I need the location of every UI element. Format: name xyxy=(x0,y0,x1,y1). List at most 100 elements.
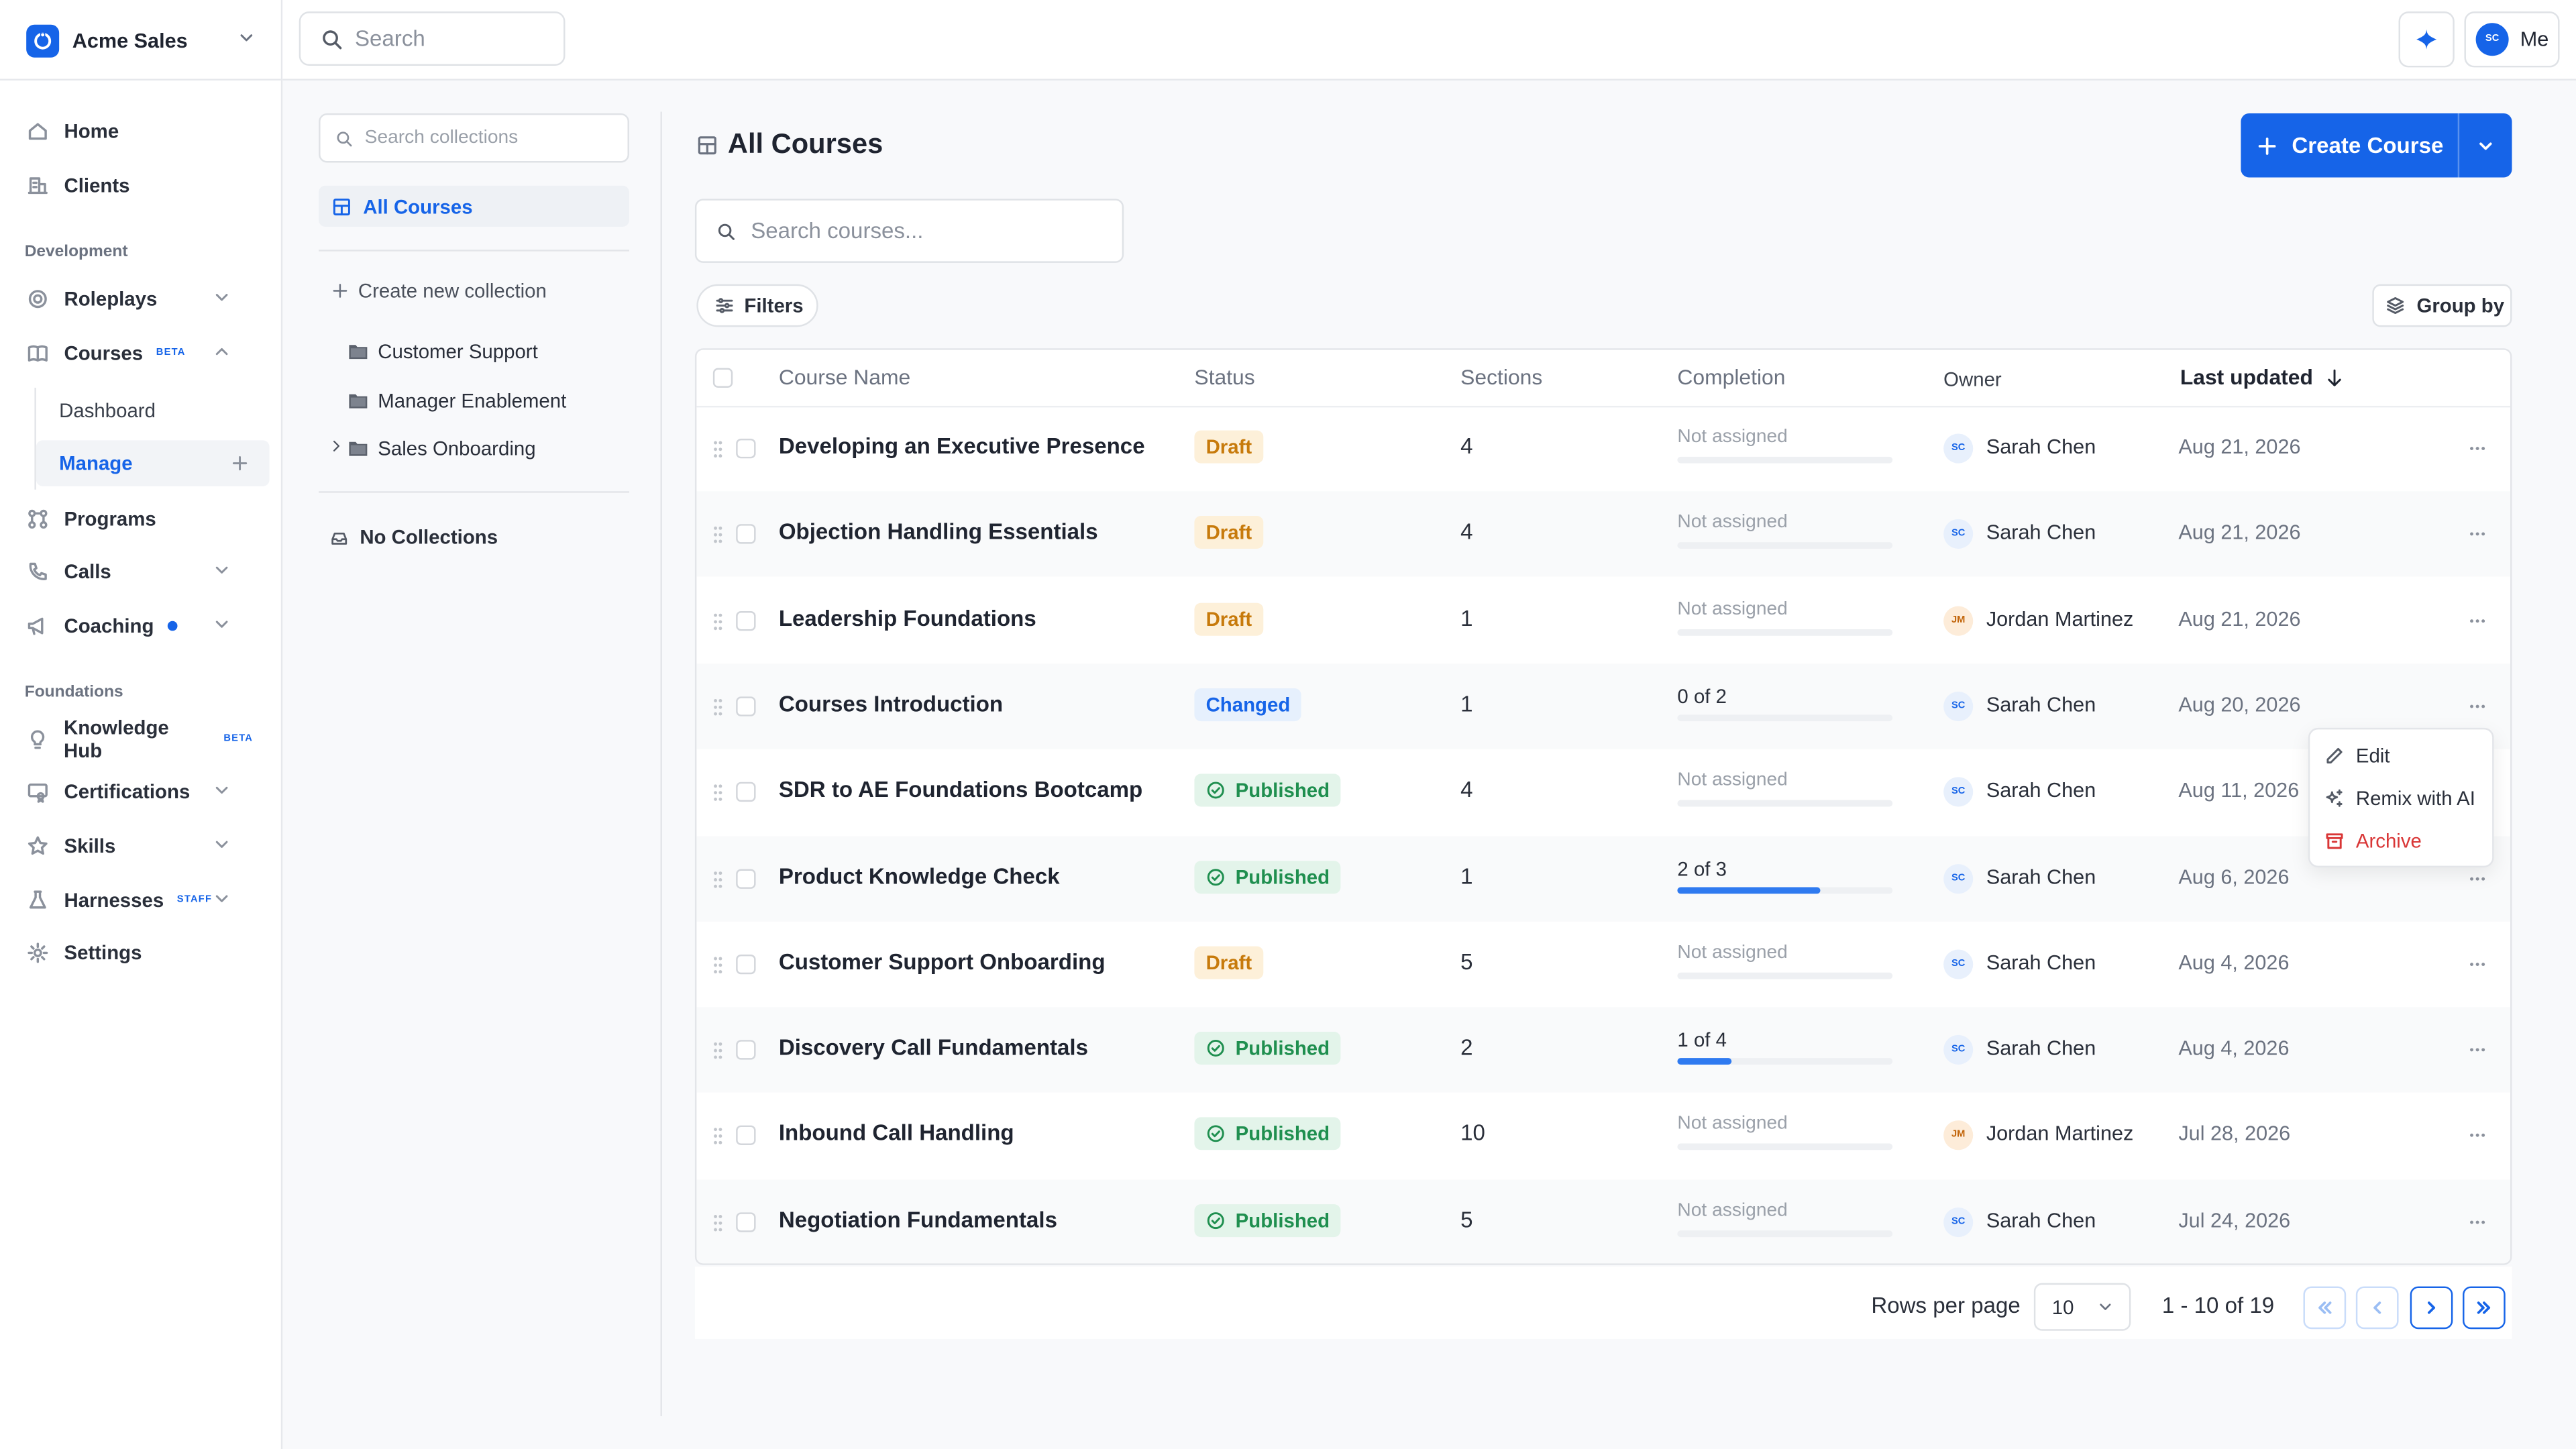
row-checkbox[interactable] xyxy=(736,954,756,974)
table-row[interactable]: Developing an Executive Presence Draft 4 No… xyxy=(696,406,2510,491)
collection-item[interactable]: Customer Support xyxy=(348,337,538,366)
org-switcher[interactable]: Acme Sales xyxy=(26,23,256,59)
table-row[interactable]: Leadership Foundations Draft 1 Not assigned… xyxy=(696,578,2510,663)
last-page-button[interactable] xyxy=(2463,1286,2506,1330)
more-horizontal-icon[interactable] xyxy=(2467,610,2487,630)
course-name[interactable]: Negotiation Fundamentals xyxy=(779,1207,1057,1232)
no-collections-item[interactable]: No Collections xyxy=(330,523,498,552)
drag-handle-icon[interactable] xyxy=(713,526,723,544)
drag-handle-icon[interactable] xyxy=(713,1214,723,1232)
sidebar-item-settings[interactable]: Settings xyxy=(26,934,253,971)
more-horizontal-icon[interactable] xyxy=(2467,1212,2487,1232)
collection-item[interactable]: Sales Onboarding xyxy=(348,434,536,464)
next-page-button[interactable] xyxy=(2410,1286,2453,1330)
table-row[interactable]: Courses Introduction Changed 1 0 of 2 SC Sara… xyxy=(696,663,2511,749)
menu-item-edit[interactable]: Edit xyxy=(2324,741,2390,770)
course-name[interactable]: Leadership Foundations xyxy=(779,606,1036,631)
sidebar-item-clients[interactable]: Clients xyxy=(26,168,253,204)
previous-page-button[interactable] xyxy=(2355,1286,2399,1330)
global-search-input[interactable]: Search xyxy=(299,11,566,66)
row-checkbox[interactable] xyxy=(736,1126,756,1146)
sidebar-item-coaching[interactable]: Coaching xyxy=(26,608,253,644)
column-header-owner[interactable]: Owner xyxy=(1943,368,2002,391)
table-row[interactable]: Customer Support Onboarding Draft 5 Not ass… xyxy=(696,921,2510,1006)
status-label: Draft xyxy=(1205,435,1252,459)
sidebar-item-calls[interactable]: Calls xyxy=(26,553,253,590)
row-checkbox[interactable] xyxy=(736,524,756,545)
filters-button[interactable]: Filters xyxy=(696,284,818,327)
sidebar-item-skills[interactable]: Skills xyxy=(26,828,253,864)
more-horizontal-icon[interactable] xyxy=(2467,439,2487,458)
more-horizontal-icon[interactable] xyxy=(2467,1126,2487,1146)
more-horizontal-icon[interactable] xyxy=(2467,868,2487,888)
sidebar-item-label: Settings xyxy=(64,941,142,965)
arrow-down-icon xyxy=(2328,369,2341,386)
sidebar-subitem-dashboard[interactable]: Dashboard xyxy=(36,388,270,434)
row-checkbox[interactable] xyxy=(736,782,756,802)
course-name[interactable]: Customer Support Onboarding xyxy=(779,949,1106,974)
table-row[interactable]: Objection Handling Essentials Draft 4 Not a… xyxy=(696,491,2511,578)
sidebar-subitem-manage[interactable]: Manage xyxy=(36,440,270,486)
collection-all-courses[interactable]: All Courses xyxy=(319,185,629,227)
course-name[interactable]: Inbound Call Handling xyxy=(779,1121,1014,1146)
drag-handle-icon[interactable] xyxy=(713,870,723,888)
sidebar-item-home[interactable]: Home xyxy=(26,113,253,150)
collections-search-input[interactable]: Search collections xyxy=(319,113,629,163)
table-row[interactable]: Inbound Call Handling Published 10 Not assi… xyxy=(696,1093,2510,1179)
column-header-updated[interactable]: Last updated xyxy=(2180,365,2345,389)
table-row[interactable]: Product Knowledge Check Published 1 2 of 3 S… xyxy=(696,835,2511,921)
drag-handle-icon[interactable] xyxy=(713,612,723,630)
create-course-dropdown[interactable] xyxy=(2459,113,2512,178)
more-horizontal-icon[interactable] xyxy=(2467,525,2487,544)
more-horizontal-icon[interactable] xyxy=(2467,1040,2487,1059)
row-checkbox[interactable] xyxy=(736,868,756,888)
plus-icon[interactable] xyxy=(230,453,250,473)
row-checkbox[interactable] xyxy=(736,1040,756,1060)
user-menu-button[interactable]: SC Me xyxy=(2464,11,2560,68)
ai-assistant-button[interactable] xyxy=(2398,11,2455,68)
sidebar-item-programs[interactable]: Programs xyxy=(26,501,253,537)
drag-handle-icon[interactable] xyxy=(713,1128,723,1146)
row-checkbox[interactable] xyxy=(736,696,756,716)
create-course-button[interactable]: Create Course xyxy=(2241,113,2457,178)
course-name[interactable]: Developing an Executive Presence xyxy=(779,434,1145,459)
drag-handle-icon[interactable] xyxy=(713,784,723,802)
column-header-name[interactable]: Course Name xyxy=(779,365,910,390)
row-checkbox[interactable] xyxy=(736,438,756,459)
chevron-right-icon[interactable] xyxy=(329,439,343,453)
first-page-button[interactable] xyxy=(2303,1286,2347,1330)
create-collection-button[interactable]: Create new collection xyxy=(332,276,547,305)
row-checkbox[interactable] xyxy=(736,610,756,631)
menu-item-remix[interactable]: Remix with AI xyxy=(2324,784,2475,813)
row-checkbox[interactable] xyxy=(736,1212,756,1232)
collection-item[interactable]: Manager Enablement xyxy=(348,386,566,416)
rows-per-page-select[interactable]: 10 xyxy=(2033,1283,2131,1331)
column-header-completion[interactable]: Completion xyxy=(1677,365,1785,390)
select-all-checkbox[interactable] xyxy=(712,368,733,388)
course-search-input[interactable]: Search courses... xyxy=(694,199,1124,263)
sidebar-item-label: Courses xyxy=(64,341,144,365)
drag-handle-icon[interactable] xyxy=(713,956,723,974)
table-row[interactable]: Discovery Call Fundamentals Published 2 1 o… xyxy=(696,1007,2511,1093)
course-name[interactable]: Courses Introduction xyxy=(779,692,1003,716)
sidebar-item-certifications[interactable]: Certifications xyxy=(26,773,253,810)
group-by-button[interactable]: Group by xyxy=(2372,284,2512,327)
drag-handle-icon[interactable] xyxy=(713,440,723,458)
sidebar-item-harnesses[interactable]: Harnesses STAFF xyxy=(26,882,253,918)
course-name[interactable]: SDR to AE Foundations Bootcamp xyxy=(779,777,1142,802)
table-row[interactable]: SDR to AE Foundations Bootcamp Published 4… xyxy=(696,749,2510,835)
sidebar-item-courses[interactable]: Courses BETA xyxy=(26,335,253,372)
sidebar-item-roleplays[interactable]: Roleplays xyxy=(26,281,253,317)
course-name[interactable]: Product Knowledge Check xyxy=(779,863,1060,888)
drag-handle-icon[interactable] xyxy=(713,698,723,716)
menu-item-archive[interactable]: Archive xyxy=(2324,826,2422,856)
more-horizontal-icon[interactable] xyxy=(2467,696,2487,716)
table-row[interactable]: Negotiation Fundamentals Published 5 Not as… xyxy=(696,1179,2511,1264)
drag-handle-icon[interactable] xyxy=(713,1042,723,1060)
sidebar-item-knowledge-hub[interactable]: Knowledge Hub BETA xyxy=(26,716,253,762)
course-name[interactable]: Objection Handling Essentials xyxy=(779,520,1098,545)
column-header-status[interactable]: Status xyxy=(1194,365,1254,390)
course-name[interactable]: Discovery Call Fundamentals xyxy=(779,1035,1088,1060)
more-horizontal-icon[interactable] xyxy=(2467,954,2487,973)
column-header-sections[interactable]: Sections xyxy=(1460,365,1542,390)
